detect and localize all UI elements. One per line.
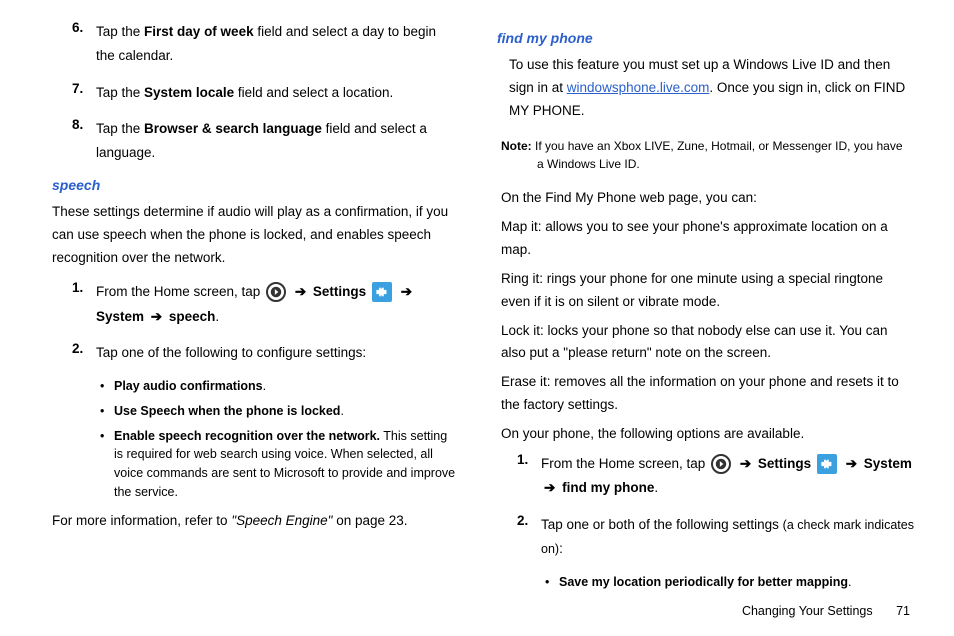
speech-intro: These settings determine if audio will p… bbox=[52, 201, 457, 270]
step-body: Tap the System locale field and select a… bbox=[96, 81, 393, 105]
bold-text: Settings bbox=[313, 284, 366, 299]
bullet-item: • Enable speech recognition over the net… bbox=[100, 427, 457, 502]
speech-heading: speech bbox=[52, 177, 457, 193]
right-column: find my phone To use this feature you mu… bbox=[497, 20, 914, 618]
step-body: Tap the Browser & search language field … bbox=[96, 117, 457, 166]
paragraph: Ring it: rings your phone for one minute… bbox=[501, 268, 914, 314]
bullet-icon: • bbox=[545, 573, 559, 592]
page-footer: Changing Your Settings 71 bbox=[497, 604, 914, 618]
text: Tap the bbox=[96, 24, 144, 39]
bullet-icon: • bbox=[100, 427, 114, 502]
bold-text: Settings bbox=[758, 456, 811, 471]
arrow-icon: ➔ bbox=[151, 305, 162, 329]
arrow-icon: ➔ bbox=[401, 280, 412, 304]
text: From the Home screen, tap bbox=[541, 456, 709, 471]
bold-text: Enable speech recognition over the netwo… bbox=[114, 429, 380, 443]
find-intro: To use this feature you must set up a Wi… bbox=[509, 54, 914, 123]
text: : bbox=[559, 541, 563, 556]
paragraph: Map it: allows you to see your phone's a… bbox=[501, 216, 914, 262]
step-number: 8. bbox=[72, 117, 96, 166]
more-info: For more information, refer to "Speech E… bbox=[52, 510, 457, 533]
text: Tap one or both of the following setting… bbox=[541, 517, 783, 532]
bold-text: speech bbox=[169, 309, 216, 324]
bold-text: System bbox=[864, 456, 912, 471]
gear-icon bbox=[817, 454, 837, 474]
arrow-icon: ➔ bbox=[544, 476, 555, 500]
bold-text: System locale bbox=[144, 85, 234, 100]
bullet-icon: • bbox=[100, 377, 114, 396]
bold-text: Play audio confirmations bbox=[114, 379, 263, 393]
text: . bbox=[848, 575, 851, 589]
step-body: From the Home screen, tap ➔ Settings ➔ S… bbox=[96, 280, 457, 329]
text: field and select a location. bbox=[234, 85, 393, 100]
step-8: 8. Tap the Browser & search language fie… bbox=[40, 117, 457, 166]
step-7: 7. Tap the System locale field and selec… bbox=[40, 81, 457, 105]
find-step-1: 1. From the Home screen, tap ➔ Settings … bbox=[497, 452, 914, 501]
paragraph: Erase it: removes all the information on… bbox=[501, 371, 914, 417]
bold-text: find my phone bbox=[562, 480, 654, 495]
step-6: 6. Tap the First day of week field and s… bbox=[40, 20, 457, 69]
home-icon bbox=[711, 454, 731, 474]
link[interactable]: windowsphone.live.com bbox=[567, 80, 710, 95]
bold-text: Browser & search language bbox=[144, 121, 322, 136]
bullet-body: Play audio confirmations. bbox=[114, 377, 266, 396]
text: . bbox=[340, 404, 343, 418]
step-body: Tap the First day of week field and sele… bbox=[96, 20, 457, 69]
bullet-item: • Play audio confirmations. bbox=[100, 377, 457, 396]
step-number: 7. bbox=[72, 81, 96, 105]
bold-text: Save my location periodically for better… bbox=[559, 575, 848, 589]
step-number: 2. bbox=[517, 513, 541, 562]
bullet-item: • Save my location periodically for bett… bbox=[545, 573, 914, 592]
speech-step-1: 1. From the Home screen, tap ➔ Settings … bbox=[40, 280, 457, 329]
step-number: 1. bbox=[72, 280, 96, 329]
text: on page 23. bbox=[332, 513, 407, 528]
paragraph: On the Find My Phone web page, you can: bbox=[501, 187, 914, 210]
text: Tap the bbox=[96, 85, 144, 100]
text: From the Home screen, tap bbox=[96, 284, 264, 299]
reference: "Speech Engine" bbox=[231, 513, 332, 528]
bullet-item: • Use Speech when the phone is locked. bbox=[100, 402, 457, 421]
arrow-icon: ➔ bbox=[295, 280, 306, 304]
step-number: 6. bbox=[72, 20, 96, 69]
page-number: 71 bbox=[896, 604, 910, 618]
home-icon bbox=[266, 282, 286, 302]
find-step-2: 2. Tap one or both of the following sett… bbox=[497, 513, 914, 562]
left-column: 6. Tap the First day of week field and s… bbox=[40, 20, 457, 618]
bold-text: First day of week bbox=[144, 24, 254, 39]
bold-text: Use Speech when the phone is locked bbox=[114, 404, 340, 418]
bullet-body: Use Speech when the phone is locked. bbox=[114, 402, 344, 421]
step-body: Tap one or both of the following setting… bbox=[541, 513, 914, 562]
bullet-icon: • bbox=[100, 402, 114, 421]
paragraph: Lock it: locks your phone so that nobody… bbox=[501, 320, 914, 366]
bold-text: System bbox=[96, 309, 144, 324]
arrow-icon: ➔ bbox=[846, 452, 857, 476]
step-body: From the Home screen, tap ➔ Settings ➔ S… bbox=[541, 452, 914, 501]
arrow-icon: ➔ bbox=[740, 452, 751, 476]
find-heading: find my phone bbox=[497, 30, 914, 46]
step-body: Tap one of the following to configure se… bbox=[96, 341, 366, 365]
step-number: 1. bbox=[517, 452, 541, 501]
note-label: Note: bbox=[501, 139, 532, 153]
text: . bbox=[263, 379, 266, 393]
footer-title: Changing Your Settings bbox=[742, 604, 873, 618]
bullet-body: Enable speech recognition over the netwo… bbox=[114, 427, 457, 502]
note-text: If you have an Xbox LIVE, Zune, Hotmail,… bbox=[532, 139, 903, 171]
bullet-body: Save my location periodically for better… bbox=[559, 573, 851, 592]
note-block: Note: If you have an Xbox LIVE, Zune, Ho… bbox=[497, 137, 914, 173]
text: For more information, refer to bbox=[52, 513, 231, 528]
text: Tap the bbox=[96, 121, 144, 136]
gear-icon bbox=[372, 282, 392, 302]
speech-step-2: 2. Tap one of the following to configure… bbox=[40, 341, 457, 365]
paragraph: On your phone, the following options are… bbox=[501, 423, 914, 446]
step-number: 2. bbox=[72, 341, 96, 365]
manual-page: 6. Tap the First day of week field and s… bbox=[40, 20, 914, 618]
